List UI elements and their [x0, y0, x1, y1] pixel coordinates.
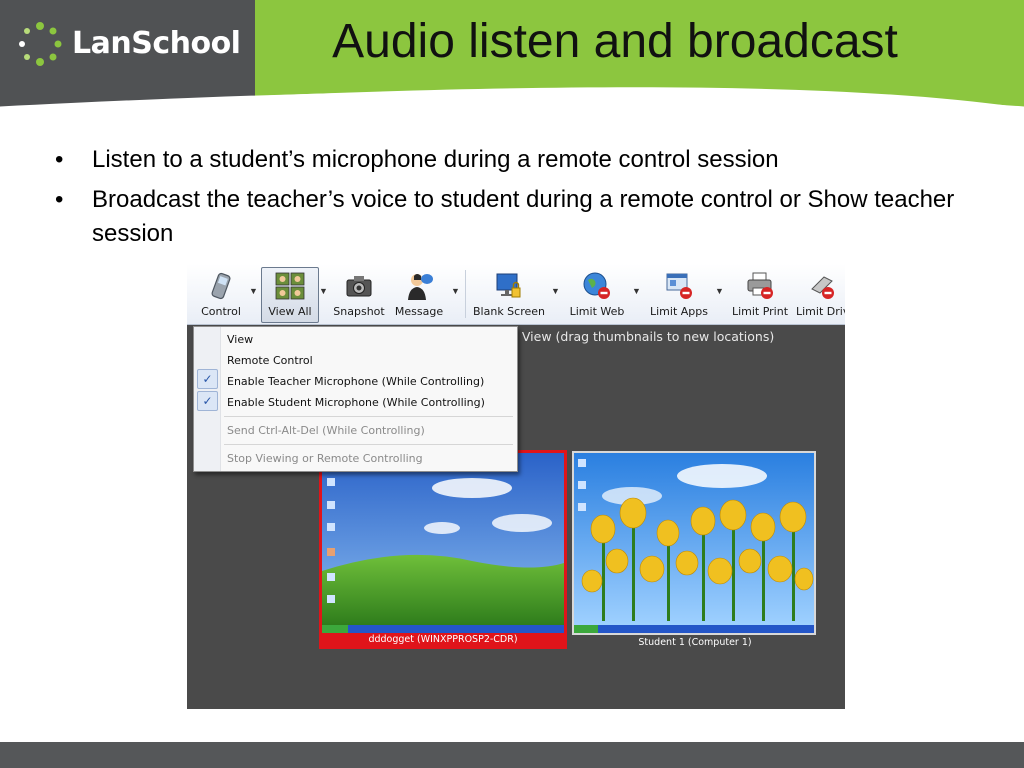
drive-block-icon — [811, 276, 834, 299]
menu-item-send-ctrl-alt-del: Send Ctrl-Alt-Del (While Controlling) — [227, 424, 425, 437]
limit-web-label: Limit Web — [569, 305, 625, 318]
slide-header: LanSchool Audio listen and broadcast — [0, 0, 1024, 135]
control-dropdown-arrow[interactable]: ▼ — [249, 286, 258, 296]
checkmark-icon: ✓ — [197, 391, 218, 411]
bullet-list: • Listen to a student’s microphone during… — [55, 143, 955, 257]
camera-icon — [346, 276, 372, 297]
view-caption: t View (drag thumbnails to new locations… — [513, 329, 775, 344]
snapshot-button[interactable]: Snapshot — [331, 268, 387, 322]
desktop-screen-tulips — [572, 451, 816, 635]
limit-drives-button[interactable]: Limit Driv — [795, 268, 845, 322]
message-dropdown-arrow[interactable]: ▼ — [451, 286, 460, 296]
snapshot-label: Snapshot — [333, 305, 385, 318]
view-all-dropdown-arrow[interactable]: ▼ — [319, 286, 328, 296]
slide-footer-bar — [0, 742, 1024, 768]
lanschool-logo-icon — [19, 22, 62, 66]
menu-item-enable-student-microphone[interactable]: Enable Student Microphone (While Control… — [227, 396, 485, 409]
bullet-item: • Broadcast the teacher’s voice to studen… — [55, 183, 955, 251]
slide-title: Audio listen and broadcast — [332, 15, 898, 68]
menu-item-view[interactable]: View — [227, 333, 253, 346]
blank-screen-button[interactable]: Blank Screen — [473, 268, 545, 322]
printer-block-icon — [747, 272, 773, 299]
thumbnail-caption: Student 1 (Computer 1) — [638, 637, 752, 648]
blank-screen-dropdown-arrow[interactable]: ▼ — [551, 286, 560, 296]
thumbnail-caption: dddogget (WINXPPROSP2-CDR) — [368, 634, 518, 645]
phone-icon — [211, 272, 231, 300]
blank-screen-label: Blank Screen — [473, 305, 545, 318]
lanschool-screenshot: Control ▼ View All ▼ Snapshot Message ▼ … — [187, 264, 845, 709]
menu-item-stop-viewing[interactable]: Stop Viewing or Remote Controlling — [227, 452, 423, 465]
menu-separator — [224, 444, 513, 445]
view-all-button[interactable]: View All — [261, 267, 319, 323]
limit-apps-dropdown-arrow[interactable]: ▼ — [715, 286, 724, 296]
menu-item-enable-teacher-microphone[interactable]: Enable Teacher Microphone (While Control… — [227, 375, 484, 388]
view-all-icon — [275, 272, 305, 300]
desktop-screen-bliss — [322, 453, 564, 633]
limit-drives-label: Limit Driv — [796, 305, 845, 318]
student-thumbnail[interactable]: Student 1 (Computer 1) — [571, 450, 819, 649]
control-label: Control — [201, 305, 241, 318]
view-all-dropdown-menu: View Remote Control ✓ Enable Teacher Mic… — [193, 326, 518, 472]
limit-web-button[interactable]: Limit Web — [565, 268, 629, 322]
bullet-text: Listen to a student’s microphone during … — [92, 146, 779, 173]
limit-web-dropdown-arrow[interactable]: ▼ — [632, 286, 641, 296]
blank-screen-icon — [496, 273, 521, 298]
logo-text: LanSchool — [72, 26, 241, 61]
globe-block-icon — [583, 272, 610, 299]
view-all-label: View All — [268, 305, 312, 318]
bullet-text: Broadcast the teacher’s voice to student… — [92, 186, 955, 247]
menu-item-remote-control[interactable]: Remote Control — [227, 354, 313, 367]
control-button[interactable]: Control — [193, 268, 249, 322]
bullet-dot: • — [55, 146, 64, 173]
toolbar-separator — [465, 270, 466, 318]
limit-apps-label: Limit Apps — [650, 305, 708, 318]
message-button[interactable]: Message — [391, 268, 447, 322]
limit-apps-button[interactable]: Limit Apps — [645, 268, 713, 322]
apps-block-icon — [666, 273, 692, 299]
message-label: Message — [394, 305, 444, 318]
bullet-dot: • — [55, 186, 64, 213]
limit-print-label: Limit Print — [731, 305, 789, 318]
bullet-item: • Listen to a student’s microphone during… — [55, 143, 955, 177]
menu-separator — [224, 416, 513, 417]
message-person-icon — [408, 274, 433, 300]
limit-print-button[interactable]: Limit Print — [729, 268, 791, 322]
student-thumbnail[interactable]: dddogget (WINXPPROSP2-CDR) — [319, 450, 567, 649]
checkmark-icon: ✓ — [197, 369, 218, 389]
toolbar: Control ▼ View All ▼ Snapshot Message ▼ … — [187, 264, 845, 325]
